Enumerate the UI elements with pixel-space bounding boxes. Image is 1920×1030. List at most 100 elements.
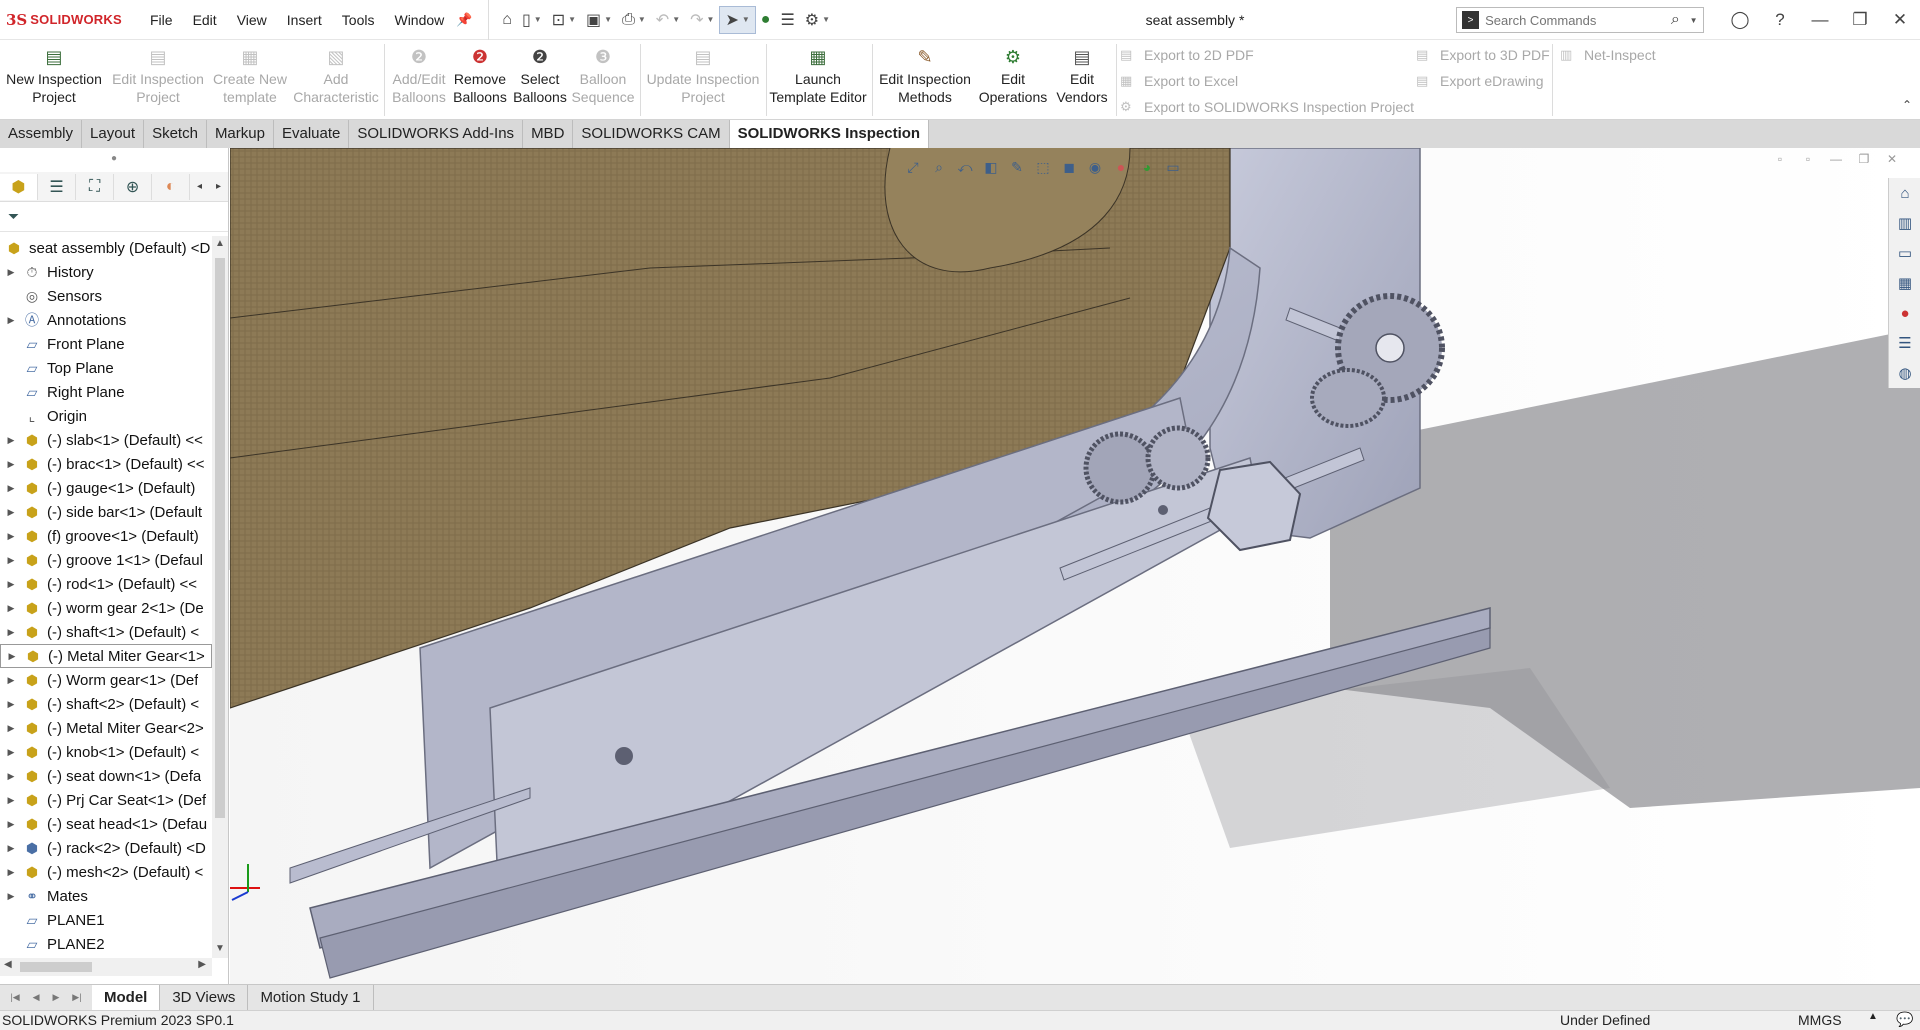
print-icon[interactable]: ⎙ ▼ (617, 6, 651, 34)
dimxpert-tab-icon[interactable]: ⊕ (114, 173, 153, 200)
tree-item[interactable]: ▶ ⬢ (-) Metal Miter Gear<1> (0, 644, 212, 668)
menu-window[interactable]: Window (384, 0, 454, 40)
expand-arrow-icon[interactable]: ▶ (1, 651, 23, 662)
hide-show-items-icon[interactable]: ◉ (1082, 155, 1108, 179)
tree-horizontal-scrollbar[interactable]: ◀ ▶ (0, 958, 212, 976)
menu-edit[interactable]: Edit (183, 0, 227, 40)
file-properties-icon[interactable]: ☰ (775, 6, 799, 34)
graphics-area[interactable]: ⤢ ⌕ ⤺ ◧ ✎ ⬚ ◼ ◉ ● ◕ ▭ ▫ ▫ — ❐ ✕ ⌂ ▥ ▭ ▦ … (230, 148, 1920, 984)
new-inspection-project-button[interactable]: ▤ New Inspection Project (4, 42, 104, 118)
expand-arrow-icon[interactable]: ▶ (0, 531, 22, 542)
tree-item[interactable]: ▶ ⬢ (-) shaft<1> (Default) < (0, 620, 212, 644)
scroll-left-icon[interactable]: ◀ (4, 959, 12, 970)
tree-item[interactable]: ▱ Top Plane (0, 356, 212, 380)
tree-item[interactable]: ▱ PLANE1 (0, 908, 212, 932)
edit-inspection-methods-button[interactable]: ✎ Edit Inspection Methods (874, 42, 976, 118)
expand-arrow-icon[interactable]: ▶ (0, 507, 22, 518)
tree-item[interactable]: ▶ ⬢ (-) worm gear 2<1> (De (0, 596, 212, 620)
tabs-right-arrow-icon[interactable]: ▸ (209, 181, 228, 192)
collapse-ribbon-icon[interactable]: ⌃ (1902, 98, 1912, 112)
new-document-icon[interactable]: ▯ ▼ (517, 6, 547, 34)
property-manager-tab-icon[interactable]: ☰ (38, 173, 77, 200)
menu-tools[interactable]: Tools (332, 0, 385, 40)
edit-appearance-icon[interactable]: ● (1108, 155, 1134, 179)
close-icon[interactable]: ✕ (1880, 10, 1920, 30)
tab-solidworks-add-ins[interactable]: SOLIDWORKS Add-Ins (349, 120, 524, 148)
restore-icon[interactable]: ❐ (1840, 10, 1880, 30)
dynamic-annotation-icon[interactable]: ✎ (1004, 155, 1030, 179)
tree-item[interactable]: ▶ ⬢ (-) seat head<1> (Defau (0, 812, 212, 836)
update-inspection-project-button[interactable]: ▤ Update Inspection Project (642, 42, 764, 118)
tree-vertical-scrollbar[interactable]: ▲ ▼ (212, 236, 228, 958)
feature-tree-tab-icon[interactable]: ⬢ (0, 173, 39, 200)
next-tab-icon[interactable]: ▶ (52, 992, 59, 1003)
viewport-restore-icon[interactable]: ❐ (1850, 152, 1878, 166)
menu-file[interactable]: File (140, 0, 183, 40)
menu-view[interactable]: View (227, 0, 277, 40)
appearances-icon[interactable]: ● (1889, 298, 1920, 328)
expand-arrow-icon[interactable]: ▶ (0, 555, 22, 566)
pin-menu-icon[interactable]: 📌 (454, 12, 474, 28)
tree-item[interactable]: ▶ ⬢ (-) gauge<1> (Default) (0, 476, 212, 500)
view-settings-icon[interactable]: ▭ (1160, 155, 1186, 179)
tree-item[interactable]: ▶ ⬢ (-) mesh<2> (Default) < (0, 860, 212, 884)
expand-arrow-icon[interactable]: ▶ (0, 747, 22, 758)
export-sw-inspection-project-button[interactable]: ⚙ Export to SOLIDWORKS Inspection Project (1120, 96, 1414, 118)
search-icon[interactable]: ⌕ (1661, 11, 1690, 29)
scroll-right-icon[interactable]: ▶ (198, 959, 206, 970)
scroll-thumb[interactable] (215, 258, 225, 818)
display-manager-tab-icon[interactable]: ◐ (152, 173, 191, 200)
expand-arrow-icon[interactable]: ▶ (0, 267, 22, 278)
viewport-minimize-icon[interactable]: — (1822, 152, 1850, 166)
viewport-close-icon[interactable]: ✕ (1878, 152, 1906, 166)
tree-item[interactable]: ▶ ⬢ (-) shaft<2> (Default) < (0, 692, 212, 716)
expand-arrow-icon[interactable]: ▶ (0, 795, 22, 806)
prev-tab-icon[interactable]: ◀ (33, 992, 40, 1003)
edit-vendors-button[interactable]: ▤ Edit Vendors (1052, 42, 1112, 118)
tree-item[interactable]: ▶ ⬢ (-) groove 1<1> (Defaul (0, 548, 212, 572)
expand-arrow-icon[interactable]: ▶ (0, 891, 22, 902)
expand-arrow-icon[interactable]: ▶ (0, 483, 22, 494)
tab-mbd[interactable]: MBD (523, 120, 574, 148)
first-tab-icon[interactable]: |◀ (10, 992, 19, 1003)
export-edrawing-button[interactable]: ▤ Export eDrawing (1416, 70, 1544, 92)
select-pointer-icon[interactable]: ➤ ▼ (719, 5, 756, 34)
expand-arrow-icon[interactable]: ▶ (0, 675, 22, 686)
design-library-icon[interactable]: ▥ (1889, 208, 1920, 238)
tree-item[interactable]: ▶ ⬢ (-) Worm gear<1> (Def (0, 668, 212, 692)
configuration-manager-tab-icon[interactable]: ⛶ (76, 173, 115, 200)
expand-arrow-icon[interactable]: ▶ (0, 459, 22, 470)
feedback-chat-icon[interactable]: 💬 (1896, 1011, 1913, 1028)
tab-evaluate[interactable]: Evaluate (274, 120, 350, 148)
solidworks-logo[interactable]: 3S SOLIDWORKS (0, 0, 140, 40)
remove-balloons-button[interactable]: ❷ Remove Balloons (450, 42, 510, 118)
save-icon[interactable]: ▣ ▼ (581, 6, 617, 34)
apply-scene-icon[interactable]: ◕ (1134, 155, 1160, 179)
display-style-icon[interactable]: ◼ (1056, 155, 1082, 179)
tree-item[interactable]: ▶ ⬢ (-) slab<1> (Default) << (0, 428, 212, 452)
tree-filter[interactable]: ⏷ (0, 202, 228, 232)
tree-item[interactable]: ▶ ⬢ (f) groove<1> (Default) (0, 524, 212, 548)
expand-arrow-icon[interactable]: ▶ (0, 723, 22, 734)
search-dropdown-icon[interactable]: ▼ (1690, 16, 1703, 25)
net-inspect-button[interactable]: ▥ Net-Inspect (1560, 44, 1656, 66)
tree-item[interactable]: ◎ Sensors (0, 284, 212, 308)
zoom-to-area-icon[interactable]: ⌕ (926, 155, 952, 179)
export-excel-button[interactable]: ▦ Export to Excel (1120, 70, 1238, 92)
tab-sketch[interactable]: Sketch (144, 120, 207, 148)
tree-item[interactable]: ▶ ⏱ History (0, 260, 212, 284)
balloon-sequence-button[interactable]: ❸ Balloon Sequence (570, 42, 636, 118)
expand-arrow-icon[interactable]: ▶ (0, 843, 22, 854)
expand-arrow-icon[interactable]: ▶ (0, 435, 22, 446)
scroll-down-icon[interactable]: ▼ (212, 943, 228, 954)
expand-arrow-icon[interactable]: ▶ (0, 819, 22, 830)
minimize-icon[interactable]: — (1800, 10, 1840, 30)
tree-item[interactable]: ▶ ⬢ (-) Prj Car Seat<1> (Def (0, 788, 212, 812)
custom-properties-icon[interactable]: ☰ (1889, 328, 1920, 358)
file-explorer-icon[interactable]: ▭ (1889, 238, 1920, 268)
export-3d-pdf-button[interactable]: ▤ Export to 3D PDF (1416, 44, 1550, 66)
edit-inspection-project-button[interactable]: ▤ Edit Inspection Project (106, 42, 210, 118)
solidworks-forum-icon[interactable]: ◍ (1889, 358, 1920, 388)
viewport-split-icon[interactable]: ▫ (1766, 152, 1794, 166)
options-gear-icon[interactable]: ⚙ ▼ (800, 6, 835, 34)
